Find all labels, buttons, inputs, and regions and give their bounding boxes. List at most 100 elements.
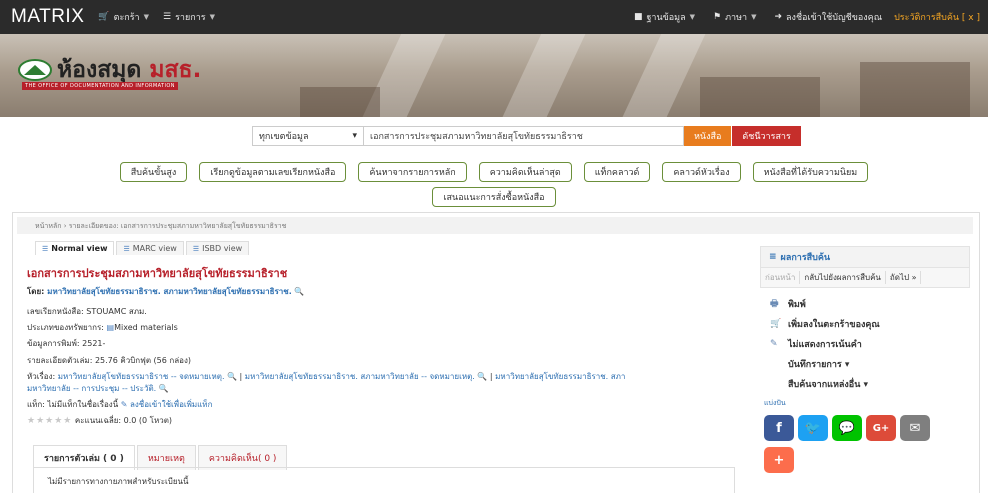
lists-label: รายการ	[175, 13, 206, 23]
search-books-button[interactable]: หนังสือ	[684, 126, 732, 146]
breadcrumb[interactable]: หน้าหลัก › รายละเอียดของ: เอกสารการประชุ…	[17, 217, 973, 234]
subject-cloud-button[interactable]: คลาวด์หัวเรื่อง	[662, 162, 741, 182]
pub-value: 2521-	[82, 339, 106, 348]
advanced-search-button[interactable]: สืบค้นขั้นสูง	[119, 162, 188, 182]
more-share-button[interactable]: +	[764, 447, 794, 473]
rating-text: คะแนนเฉลี่ย: 0.0 (0 โหวต)	[74, 416, 173, 425]
add-to-cart-action[interactable]: 🛒 เพิ่มลงในตะกร้าของคุณ	[770, 314, 970, 334]
search-elsewhere-menu[interactable]: สืบค้นจากแหล่งอื่น ▾	[788, 374, 970, 394]
action-buttons-row-2: เสนอแนะการสั่งซื้อหนังสือ	[0, 187, 988, 207]
line-share-button[interactable]: 💬	[832, 415, 862, 441]
save-record-menu[interactable]: บันทึกรายการ ▾	[788, 354, 970, 374]
chevron-down-icon: ▼	[689, 13, 696, 21]
purchase-suggestion-button[interactable]: เสนอแนะการสั่งซื้อหนังสือ	[432, 187, 556, 207]
next-link[interactable]: ถัดไป »	[886, 271, 922, 284]
subject-label: หัวเรื่อง:	[27, 372, 58, 381]
login-icon: ➜	[774, 12, 783, 22]
database-menu[interactable]: ■ ฐานข้อมูล ▼	[634, 10, 695, 24]
tag-login-link[interactable]: ลงชื่อเข้าใช้เพื่อเพิ่มแท็ก	[130, 400, 212, 409]
cart-label: ตะกร้า	[113, 13, 140, 23]
print-action[interactable]: 🖶 พิมพ์	[770, 294, 970, 314]
facebook-share-button[interactable]: f	[764, 415, 794, 441]
search-icon[interactable]: 🔍	[477, 372, 487, 381]
list-icon: ☰	[192, 244, 200, 253]
callno-label: เลขเรียกหนังสือ:	[27, 307, 87, 316]
tab-marc-view[interactable]: ☰ MARC view	[116, 241, 184, 255]
search-scope-select[interactable]: ทุกเขตข้อมูล ▾	[252, 126, 364, 146]
tab-normal-view[interactable]: ☰ Normal view	[35, 241, 115, 255]
desc-label: รายละเอียดตัวเล่ม:	[27, 356, 95, 365]
type-line: ประเภทของทรัพยากร: ▤Mixed materials	[27, 321, 178, 334]
sidebar-header: ≡ ผลการสืบค้น	[760, 246, 970, 268]
publication-line: ข้อมูลการพิมพ์: 2521-	[27, 337, 105, 350]
search-history-link[interactable]: ประวัติการสืบค้น [ x ]	[894, 10, 980, 24]
email-share-button[interactable]: ✉	[900, 415, 930, 441]
browse-callno-button[interactable]: เรียกดูข้อมูลตามเลขเรียกหนังสือ	[199, 162, 347, 182]
unhighlight-action[interactable]: ✎ ไม่แสดงการเน้นคำ	[770, 334, 970, 354]
description-line: รายละเอียดตัวเล่ม: 25.76 คิวบิกฟุต (56 ก…	[27, 354, 191, 367]
subject-link[interactable]: มหาวิทยาลัยสุโขทัยธรรมาธิราช -- จดหมายเห…	[58, 372, 225, 381]
list-icon: ☰	[42, 244, 49, 253]
authority-search-button[interactable]: ค้นหาจากรายการหลัก	[358, 162, 467, 182]
chevron-down-icon: ▼	[143, 13, 149, 21]
view-tabs: ☰ Normal view ☰ MARC view ☰ ISBD view	[35, 241, 251, 255]
twitter-icon: 🐦	[804, 420, 822, 436]
share-buttons: f 🐦 💬 G+ ✉	[764, 415, 970, 441]
cart-icon: 🛒	[98, 12, 110, 22]
banner-decoration	[300, 87, 380, 117]
gplus-share-button[interactable]: G+	[866, 415, 896, 441]
rating-stars[interactable]: ★★★★★	[27, 416, 72, 426]
gplus-icon: G+	[872, 422, 890, 434]
language-menu[interactable]: ⚑ ภาษา ▼	[713, 10, 756, 24]
recent-comments-button[interactable]: ความคิดเห็นล่าสุด	[478, 162, 572, 182]
search-icon[interactable]: 🔍	[227, 372, 237, 381]
mixed-materials-icon: ▤	[106, 323, 115, 332]
subject-link[interactable]: มหาวิทยาลัยสุโขทัยธรรมาธิราช. สภามหาวิทย…	[245, 372, 475, 381]
author-link[interactable]: มหาวิทยาลัยสุโขทัยธรรมาธิราช. สภามหาวิทย…	[47, 287, 292, 296]
results-pager: ก่อนหน้า กลับไปยังผลการสืบค้น ถัดไป »	[760, 268, 970, 288]
print-label: พิมพ์	[788, 300, 806, 310]
list-icon: ☰	[163, 12, 172, 22]
tags-line: แท็ก: ไม่มีแท็กในชื่อเรื่องนี้ ✎ ลงชื่อเ…	[27, 398, 212, 411]
flag-icon: ⚑	[713, 12, 722, 22]
subject-link[interactable]: มหาวิทยาลัย -- การประชุม -- ประวัติ.	[27, 384, 156, 393]
author-label: โดย:	[27, 287, 48, 296]
popular-books-button[interactable]: หนังสือที่ได้รับความนิยม	[752, 162, 869, 182]
tag-cloud-button[interactable]: แท็กคลาวด์	[583, 162, 651, 182]
facebook-icon: f	[776, 420, 782, 436]
brand-logo[interactable]: MATRIX	[11, 6, 84, 28]
back-to-results-link[interactable]: กลับไปยังผลการสืบค้น	[800, 271, 886, 284]
email-icon: ✉	[909, 420, 921, 436]
callno-line: เลขเรียกหนังสือ: STOUAMC สภม.	[27, 305, 147, 318]
subject-link[interactable]: มหาวิทยาลัยสุโขทัยธรรมาธิราช. สภา	[495, 372, 625, 381]
sidebar-header-label: ผลการสืบค้น	[780, 253, 831, 263]
share-buttons-row-2: +	[764, 447, 970, 473]
prev-link[interactable]: ก่อนหน้า	[761, 271, 801, 284]
lists-menu[interactable]: ☰ รายการ ▼	[163, 10, 215, 24]
login-link[interactable]: ➜ ลงชื่อเข้าใช้บัญชีของคุณ	[774, 10, 882, 24]
action-buttons-row: สืบค้นขั้นสูง เรียกดูข้อมูลตามเลขเรียกหน…	[0, 162, 988, 182]
tab-isbd-view[interactable]: ☰ ISBD view	[185, 241, 250, 255]
top-navbar: MATRIX 🛒 ตะกร้า ▼ ☰ รายการ ▼ ■ ฐานข้อมูล…	[0, 0, 988, 34]
search-input[interactable]: เอกสารการประชุมสภามหาวิทยาลัยสุโขทัยธรรม…	[364, 126, 684, 146]
search-icon[interactable]: 🔍	[159, 384, 169, 393]
rating-line: ★★★★★ คะแนนเฉลี่ย: 0.0 (0 โหวต)	[27, 414, 172, 427]
search-scope-value: ทุกเขตข้อมูล	[259, 132, 309, 142]
cart-icon: 🛒	[770, 319, 782, 329]
pub-label: ข้อมูลการพิมพ์:	[27, 339, 83, 348]
results-sidebar: ≡ ผลการสืบค้น ก่อนหน้า กลับไปยังผลการสืบ…	[760, 246, 970, 473]
twitter-share-button[interactable]: 🐦	[798, 415, 828, 441]
plus-icon: +	[773, 452, 785, 468]
search-icon[interactable]: 🔍	[294, 287, 304, 296]
tag-icon: ✎	[120, 400, 128, 409]
banner-decoration	[612, 34, 708, 117]
tags-value: ไม่มีแท็กในชื่อเรื่องนี้	[47, 400, 119, 409]
journal-index-button[interactable]: ดัชนีวารสาร	[732, 126, 801, 146]
cart-menu[interactable]: 🛒 ตะกร้า ▼	[98, 10, 149, 24]
pencil-icon: ✎	[770, 339, 778, 349]
add-cart-label: เพิ่มลงในตะกร้าของคุณ	[788, 320, 880, 330]
banner-decoration	[700, 77, 820, 117]
tab-label: ISBD view	[202, 244, 243, 253]
list-icon: ≡	[769, 252, 777, 262]
author-line: โดย: มหาวิทยาลัยสุโขทัยธรรมาธิราช. สภามห…	[27, 285, 304, 298]
